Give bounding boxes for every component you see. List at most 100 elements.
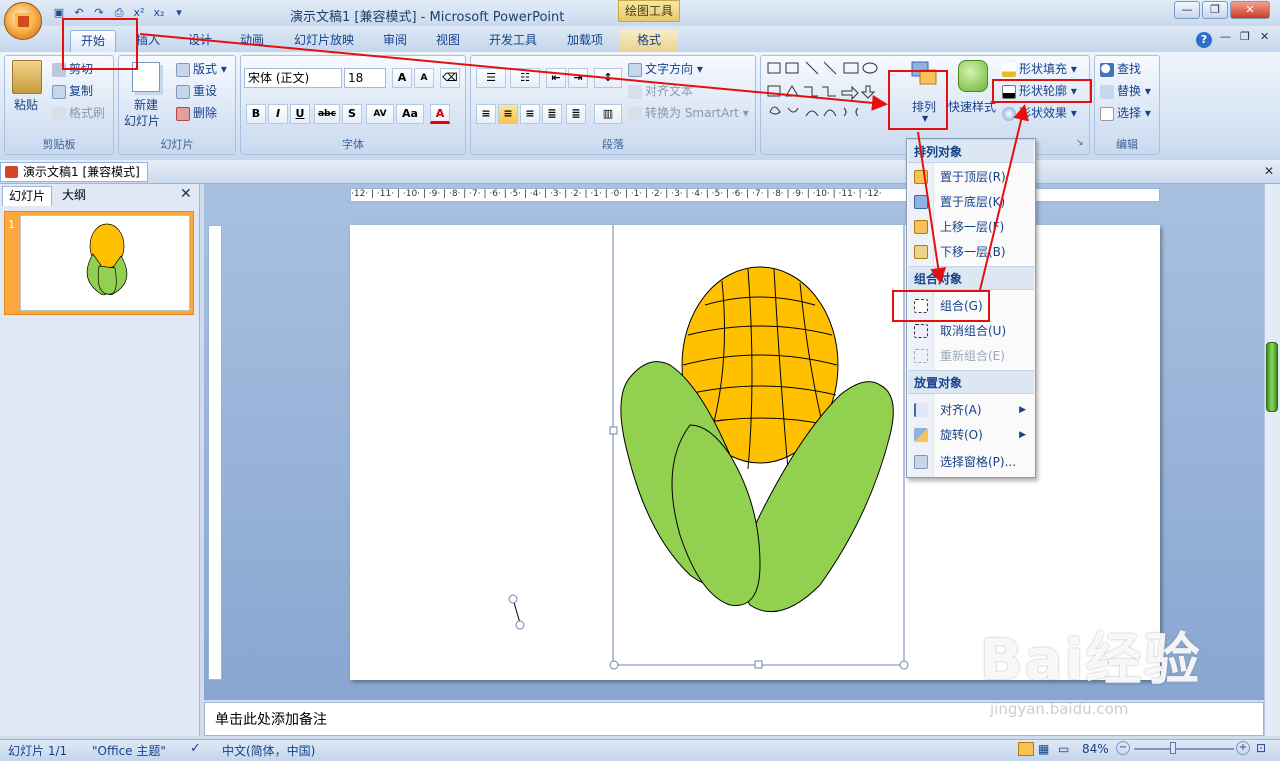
- document-close-icon[interactable]: ✕: [1264, 164, 1274, 178]
- panel-close-icon[interactable]: ✕: [180, 186, 192, 202]
- line-spacing-icon[interactable]: ↕: [594, 68, 622, 88]
- font-size-combo[interactable]: 18: [344, 68, 386, 88]
- document-tab[interactable]: 演示文稿1 [兼容模式]: [0, 162, 148, 182]
- tab-review[interactable]: 审阅: [372, 30, 418, 52]
- quick-styles-icon[interactable]: [958, 60, 988, 92]
- tab-animation[interactable]: 动画: [230, 30, 274, 52]
- menu-bring-to-front[interactable]: 置于顶层(R): [908, 165, 1034, 189]
- delete-button[interactable]: 删除: [176, 104, 217, 121]
- shape-effects-button[interactable]: 形状效果 ▾: [1002, 104, 1077, 121]
- bold-button[interactable]: B: [246, 104, 266, 124]
- format-painter-button[interactable]: 格式刷: [52, 104, 105, 121]
- clear-format-icon[interactable]: ⌫: [440, 68, 460, 88]
- menu-item-label: 置于顶层(R): [940, 170, 1006, 184]
- replace-button[interactable]: 替换 ▾: [1100, 82, 1151, 99]
- menu-ungroup[interactable]: 取消组合(U): [908, 319, 1034, 343]
- increase-indent-icon[interactable]: ⇥: [568, 68, 588, 88]
- slide-number: 1: [8, 218, 15, 231]
- bullets-icon[interactable]: ☰: [476, 68, 506, 88]
- menu-rotate[interactable]: 旋转(O) ▶: [908, 423, 1034, 447]
- tab-view[interactable]: 视图: [426, 30, 470, 52]
- menu-send-backward[interactable]: 下移一层(B): [908, 240, 1034, 264]
- text-direction-label: 文字方向: [645, 62, 694, 76]
- text-direction-button[interactable]: 文字方向 ▾: [628, 60, 703, 77]
- new-slide-label-2[interactable]: 幻灯片: [124, 112, 160, 129]
- tab-design[interactable]: 设计: [178, 30, 222, 52]
- zoom-out-icon[interactable]: −: [1116, 741, 1130, 755]
- shadow-button[interactable]: S: [342, 104, 362, 124]
- char-spacing-button[interactable]: AV: [366, 104, 394, 124]
- align-center-icon[interactable]: ≡: [498, 104, 518, 124]
- align-right-icon[interactable]: ≡: [520, 104, 540, 124]
- selection-handle: [899, 660, 909, 670]
- menu-regroup[interactable]: 重新组合(E): [908, 344, 1034, 368]
- vertical-scrollbar[interactable]: [1264, 184, 1280, 736]
- close-button[interactable]: ✕: [1230, 1, 1270, 19]
- shapes-gallery[interactable]: [766, 60, 888, 124]
- scroll-thumb[interactable]: [1266, 342, 1278, 412]
- slide-thumbnail-preview[interactable]: [20, 215, 190, 311]
- new-slide-label-1[interactable]: 新建: [134, 96, 158, 113]
- highlight-home-tab: [62, 18, 138, 70]
- fit-to-window-icon[interactable]: ⊡: [1256, 741, 1266, 755]
- slide-sorter-icon[interactable]: ▦: [1038, 742, 1049, 756]
- office-button[interactable]: [4, 2, 42, 40]
- menu-bring-forward[interactable]: 上移一层(F): [908, 215, 1034, 239]
- strikethrough-button[interactable]: abc: [314, 104, 340, 124]
- tab-addins[interactable]: 加载项: [556, 30, 614, 52]
- numbering-icon[interactable]: ☷: [510, 68, 540, 88]
- shape-fill-button[interactable]: 形状填充 ▾: [1002, 60, 1077, 77]
- font-color-button[interactable]: A: [430, 104, 450, 124]
- ribbon-restore-icon[interactable]: ❐: [1240, 30, 1250, 43]
- align-left-icon[interactable]: ≡: [476, 104, 496, 124]
- drawing-launcher-icon[interactable]: ↘: [1076, 138, 1084, 148]
- horizontal-ruler: ·12· | ·11· | ·10· | ·9· | ·8· | ·7· | ·…: [350, 188, 1160, 202]
- select-button[interactable]: 选择 ▾: [1100, 104, 1151, 121]
- find-button[interactable]: 查找: [1100, 60, 1141, 77]
- distribute-icon[interactable]: ≣: [566, 104, 586, 124]
- qat-dropdown-icon[interactable]: ▾: [170, 4, 188, 22]
- copy-button[interactable]: 复制: [52, 82, 93, 99]
- columns-icon[interactable]: ▥: [594, 104, 622, 124]
- menu-selection-pane[interactable]: 选择窗格(P)...: [908, 450, 1034, 474]
- normal-view-icon[interactable]: [1018, 742, 1034, 756]
- ribbon-minimize-icon[interactable]: —: [1220, 30, 1231, 43]
- tab-slides-panel[interactable]: 幻灯片: [2, 186, 53, 206]
- maximize-button[interactable]: ❐: [1202, 1, 1228, 19]
- zoom-slider[interactable]: [1134, 748, 1234, 750]
- menu-send-to-back[interactable]: 置于底层(K): [908, 190, 1034, 214]
- convert-smartart-button[interactable]: 转换为 SmartArt ▾: [628, 104, 749, 121]
- format-painter-label: 格式刷: [69, 106, 106, 120]
- font-name-combo[interactable]: 宋体 (正文): [244, 68, 342, 88]
- menu-align[interactable]: 对齐(A) ▶: [908, 398, 1034, 422]
- grow-font-icon[interactable]: A: [392, 68, 412, 88]
- baidu-watermark: Bai经验: [980, 628, 1202, 693]
- spellcheck-icon[interactable]: ✓: [190, 741, 201, 756]
- slideshow-view-icon[interactable]: ▭: [1058, 742, 1069, 756]
- tab-outline-panel[interactable]: 大纲: [56, 186, 92, 206]
- subscript-icon[interactable]: x₂: [150, 4, 168, 22]
- align-text-button[interactable]: 对齐文本: [628, 82, 693, 99]
- underline-button[interactable]: U: [290, 104, 310, 124]
- decrease-indent-icon[interactable]: ⇤: [546, 68, 566, 88]
- help-icon[interactable]: ?: [1196, 32, 1212, 48]
- ribbon-close-icon[interactable]: ✕: [1260, 30, 1269, 43]
- zoom-level[interactable]: 84%: [1082, 742, 1109, 756]
- zoom-slider-thumb[interactable]: [1170, 742, 1176, 754]
- quick-styles-button[interactable]: 快速样式: [948, 98, 996, 115]
- zoom-in-icon[interactable]: +: [1236, 741, 1250, 755]
- shrink-font-icon[interactable]: A: [414, 68, 434, 88]
- paste-icon[interactable]: [12, 60, 42, 94]
- slide-canvas[interactable]: [350, 212, 1160, 680]
- replace-icon: [1100, 84, 1114, 99]
- tab-slideshow[interactable]: 幻灯片放映: [284, 30, 364, 52]
- tab-developer[interactable]: 开发工具: [478, 30, 548, 52]
- tab-format[interactable]: 格式: [620, 30, 678, 52]
- paste-button[interactable]: 粘贴: [14, 96, 38, 113]
- layout-button[interactable]: 版式 ▾: [176, 60, 227, 77]
- minimize-button[interactable]: —: [1174, 1, 1200, 19]
- change-case-button[interactable]: Aa: [396, 104, 424, 124]
- justify-icon[interactable]: ≣: [542, 104, 562, 124]
- italic-button[interactable]: I: [268, 104, 288, 124]
- reset-button[interactable]: 重设: [176, 82, 217, 99]
